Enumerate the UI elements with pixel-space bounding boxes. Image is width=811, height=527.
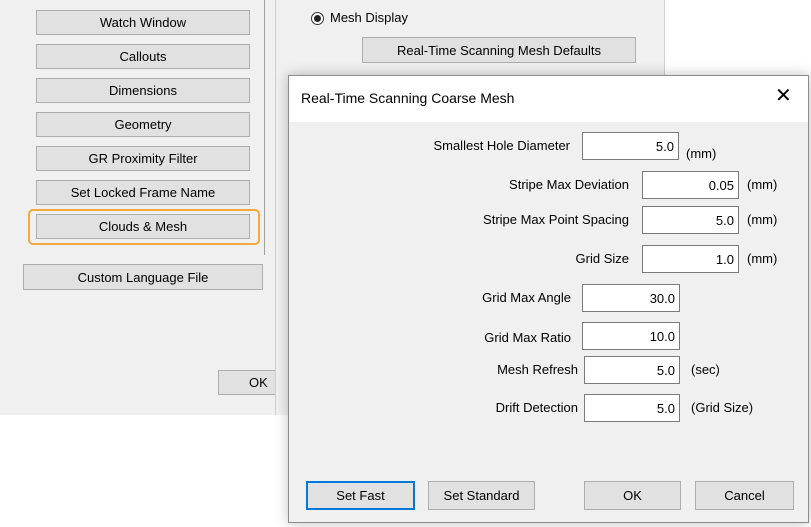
grid-size-label: Grid Size [575,251,629,266]
mesh-refresh-field[interactable]: 5.0 [584,356,680,384]
stripe-max-point-spacing-label: Stripe Max Point Spacing [483,212,629,227]
mesh-defaults-button[interactable]: Real-Time Scanning Mesh Defaults [362,37,636,63]
grid-max-ratio-field[interactable]: 10.0 [582,322,680,350]
set-standard-button[interactable]: Set Standard [428,481,535,510]
coarse-mesh-dialog: Real-Time Scanning Coarse Mesh ✕ Smalles… [288,75,809,523]
grid-max-angle-field[interactable]: 30.0 [582,284,680,312]
dialog-title: Real-Time Scanning Coarse Mesh [301,90,515,106]
grid-size-unit: (mm) [747,251,778,266]
smallest-hole-diameter-field[interactable]: 5.0 [582,132,679,160]
grid-max-ratio-label: Grid Max Ratio [484,330,571,345]
smallest-hole-diameter-label: Smallest Hole Diameter [433,138,570,153]
drift-detection-label: Drift Detection [495,400,578,415]
stripe-max-deviation-unit: (mm) [747,177,778,192]
dialog-title-bar: Real-Time Scanning Coarse Mesh ✕ [289,76,808,122]
watch-window-button[interactable]: Watch Window [36,10,250,35]
geometry-button[interactable]: Geometry [36,112,250,137]
gr-proximity-filter-button[interactable]: GR Proximity Filter [36,146,250,171]
ok-button[interactable]: OK [584,481,681,510]
radio-selected-dot [314,15,321,22]
left-divider [264,0,265,255]
mesh-refresh-label: Mesh Refresh [497,362,578,377]
grid-size-field[interactable]: 1.0 [642,245,739,273]
smallest-hole-diameter-unit: (mm) [686,146,717,161]
cancel-button[interactable]: Cancel [695,481,794,510]
stripe-max-point-spacing-field[interactable]: 5.0 [642,206,739,234]
drift-detection-field[interactable]: 5.0 [584,394,680,422]
drift-detection-unit: (Grid Size) [691,400,754,415]
mesh-display-label: Mesh Display [330,10,409,25]
close-icon[interactable]: ✕ [775,86,792,106]
set-locked-frame-name-button[interactable]: Set Locked Frame Name [36,180,250,205]
dimensions-button[interactable]: Dimensions [36,78,250,103]
custom-language-file-button[interactable]: Custom Language File [23,264,263,290]
grid-max-angle-label: Grid Max Angle [482,290,571,305]
callouts-button[interactable]: Callouts [36,44,250,69]
set-fast-button[interactable]: Set Fast [306,481,415,510]
mesh-refresh-unit: (sec) [691,362,720,377]
stripe-max-deviation-field[interactable]: 0.05 [642,171,739,199]
clouds-mesh-highlight [28,209,260,245]
stripe-max-point-spacing-unit: (mm) [747,212,778,227]
stripe-max-deviation-label: Stripe Max Deviation [509,177,629,192]
